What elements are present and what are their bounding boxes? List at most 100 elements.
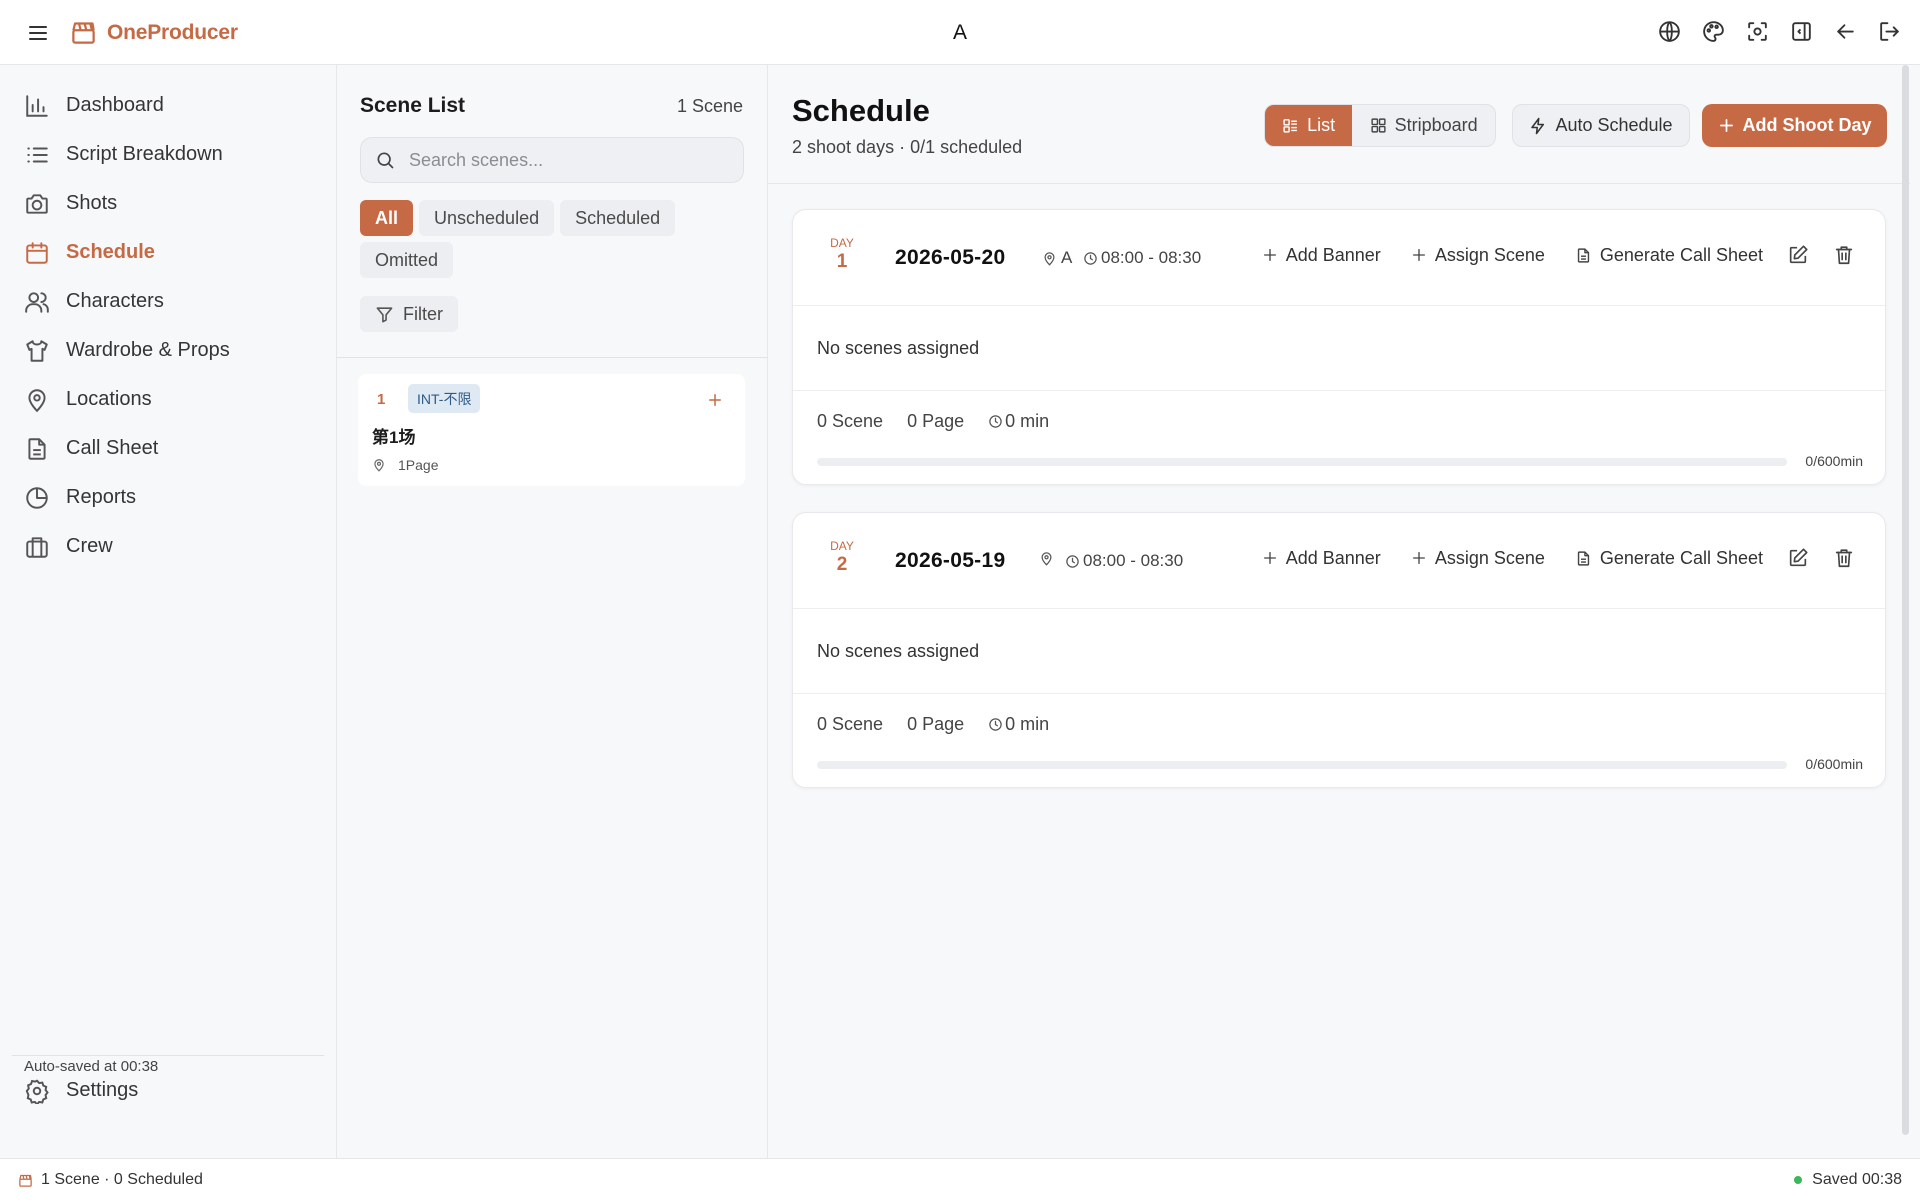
status-summary: 1 Scene · 0 Scheduled — [41, 1171, 203, 1188]
add-shoot-day-button[interactable]: Add Shoot Day — [1702, 104, 1887, 147]
plus-icon — [1411, 247, 1427, 263]
sidebar-item-label: Locations — [66, 388, 152, 410]
palette-icon[interactable] — [1701, 19, 1726, 44]
add-banner-label: Add Banner — [1285, 547, 1381, 568]
scene-card[interactable]: 1 INT-不限 第1场 1Page — [358, 374, 745, 486]
add-banner-button[interactable]: Add Banner — [1262, 548, 1381, 569]
scrollbar-thumb[interactable] — [1902, 65, 1909, 1135]
shoot-day-card: DAY 2 2026-05-19 08:00 - 08:30 Add Banne… — [792, 512, 1886, 788]
capacity-label: 0/600min — [1805, 453, 1863, 469]
plus-icon — [1718, 117, 1735, 134]
edit-icon[interactable] — [1787, 244, 1809, 266]
filter-icon — [375, 305, 394, 324]
trash-icon[interactable] — [1833, 547, 1855, 569]
add-banner-button[interactable]: Add Banner — [1262, 245, 1381, 266]
pie-chart-icon — [24, 485, 50, 511]
file-text-icon — [1575, 247, 1592, 264]
list-icon — [24, 142, 50, 168]
map-pin-icon — [1042, 251, 1057, 266]
edit-icon[interactable] — [1787, 547, 1809, 569]
filter-button[interactable]: Filter — [360, 296, 458, 332]
sidebar-item-crew[interactable]: Crew — [0, 522, 336, 571]
scene-setting-tag: INT-不限 — [408, 384, 481, 413]
assign-scene-button[interactable]: Assign Scene — [1411, 548, 1545, 569]
sidebar-item-schedule[interactable]: Schedule — [0, 228, 336, 277]
sidebar-item-reports[interactable]: Reports — [0, 473, 336, 522]
day-word: DAY — [830, 539, 854, 553]
main-scrollbar[interactable] — [1900, 65, 1910, 1158]
list-view-icon — [1282, 117, 1299, 134]
sidebar-item-label: Dashboard — [66, 94, 164, 116]
day-number: 1 — [836, 251, 848, 272]
scene-list-panel: Scene List 1 Scene All Unscheduled Sched… — [337, 65, 768, 1158]
scene-search-box[interactable] — [360, 137, 744, 183]
generate-call-sheet-button[interactable]: Generate Call Sheet — [1575, 245, 1763, 266]
sidebar-item-dashboard[interactable]: Dashboard — [0, 81, 336, 130]
sidebar-item-call-sheet[interactable]: Call Sheet — [0, 424, 336, 473]
sidebar-item-label: Crew — [66, 535, 113, 557]
stripboard-view-button[interactable]: Stripboard — [1352, 105, 1495, 146]
logout-icon[interactable] — [1877, 19, 1902, 44]
file-text-icon — [1575, 550, 1592, 567]
focus-icon[interactable] — [1745, 19, 1770, 44]
menu-icon[interactable] — [26, 21, 50, 45]
sidebar-item-wardrobe-props[interactable]: Wardrobe & Props — [0, 326, 336, 375]
panel-divider — [337, 357, 767, 358]
users-icon — [24, 289, 50, 315]
grid-icon — [1370, 117, 1387, 134]
saved-status: Saved 00:38 — [1812, 1171, 1902, 1188]
assign-scene-button[interactable]: Assign Scene — [1411, 245, 1545, 266]
clock-icon — [1065, 554, 1080, 569]
camera-icon — [24, 191, 50, 217]
settings-label: Settings — [66, 1079, 139, 1101]
clapperboard-icon — [70, 19, 97, 46]
shoot-time: 08:00 - 08:30 — [1065, 551, 1183, 571]
sidebar-item-label: Wardrobe & Props — [66, 339, 230, 361]
page-total: 0 Page — [907, 411, 965, 431]
page-title: Schedule — [792, 93, 930, 128]
list-view-button[interactable]: List — [1265, 105, 1353, 146]
time-label: 08:00 - 08:30 — [1083, 551, 1184, 570]
calendar-icon — [24, 240, 50, 266]
scene-search-input[interactable] — [409, 149, 729, 171]
day-badge: DAY 2 — [827, 539, 857, 576]
chip-all[interactable]: All — [360, 200, 414, 236]
shoot-day-card: DAY 1 2026-05-20 A 08:00 - 08:30 Add Ban… — [792, 209, 1886, 485]
list-view-label: List — [1307, 115, 1336, 135]
app-name: OneProducer — [107, 20, 238, 44]
sidebar-item-characters[interactable]: Characters — [0, 277, 336, 326]
scene-name: 第1场 — [372, 428, 416, 447]
auto-schedule-button[interactable]: Auto Schedule — [1512, 104, 1690, 147]
generate-call-sheet-button[interactable]: Generate Call Sheet — [1575, 548, 1763, 569]
sidebar-item-label: Reports — [66, 486, 137, 508]
scene-total: 0 Scene — [817, 714, 884, 734]
trash-icon[interactable] — [1833, 244, 1855, 266]
chip-scheduled[interactable]: Scheduled — [560, 200, 676, 236]
sidebar-item-label: Characters — [66, 290, 164, 312]
back-arrow-icon[interactable] — [1833, 19, 1858, 44]
chip-omitted[interactable]: Omitted — [360, 242, 454, 278]
sidebar-item-shots[interactable]: Shots — [0, 179, 336, 228]
chip-unscheduled[interactable]: Unscheduled — [419, 200, 555, 236]
sidebar-item-script-breakdown[interactable]: Script Breakdown — [0, 130, 336, 179]
map-pin-icon — [372, 458, 386, 472]
scene-total: 0 Scene — [817, 411, 884, 431]
duration-total: 0 min — [988, 411, 1073, 432]
sidebar-item-locations[interactable]: Locations — [0, 375, 336, 424]
shoot-location — [1039, 551, 1058, 566]
shoot-location: A — [1042, 248, 1072, 268]
file-text-icon — [24, 436, 50, 462]
scene-number: 1 — [377, 391, 386, 408]
plus-icon[interactable] — [706, 391, 724, 409]
capacity-label: 0/600min — [1805, 756, 1863, 772]
panel-icon[interactable] — [1789, 19, 1814, 44]
globe-icon[interactable] — [1657, 19, 1682, 44]
sidebar-item-label: Schedule — [66, 241, 155, 263]
schedule-main: Schedule 2 shoot days · 0/1 scheduled Li… — [768, 65, 1910, 1158]
shoot-date: 2026-05-20 — [895, 246, 1006, 269]
briefcase-icon — [24, 534, 50, 560]
app-logo[interactable]: OneProducer — [70, 19, 238, 46]
shoot-date: 2026-05-19 — [895, 549, 1006, 572]
lightning-icon — [1529, 117, 1547, 135]
duration-label: 0 min — [1005, 714, 1050, 734]
